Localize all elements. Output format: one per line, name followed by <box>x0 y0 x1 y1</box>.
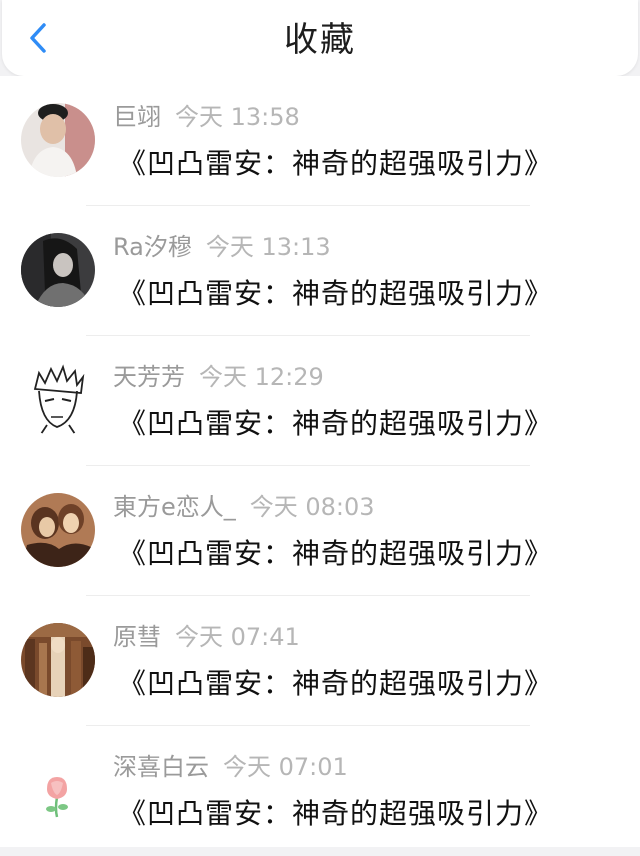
avatar[interactable] <box>21 233 95 307</box>
item-content[interactable]: 《凹凸雷安：神奇的超强吸引力》 <box>118 402 553 446</box>
item-content[interactable]: 《凹凸雷安：神奇的超强吸引力》 <box>118 532 553 576</box>
top-bar: 收藏 <box>2 0 638 76</box>
user-name[interactable]: 深喜白云 <box>113 753 209 781</box>
item-content[interactable]: 《凹凸雷安：神奇的超强吸引力》 <box>118 792 553 836</box>
user-name[interactable]: Ra汐穆 <box>113 233 192 261</box>
item-meta: 巨翊 今天 13:58 <box>113 100 300 134</box>
item-meta: Ra汐穆 今天 13:13 <box>113 230 331 264</box>
page-title: 收藏 <box>284 20 356 60</box>
item-meta: 原彗 今天 07:41 <box>113 620 300 654</box>
list-item[interactable]: 東方e恋人_ 今天 08:03 《凹凸雷安：神奇的超强吸引力》 <box>0 466 640 596</box>
avatar[interactable] <box>21 623 95 697</box>
item-meta: 天芳芳 今天 12:29 <box>113 360 324 394</box>
timestamp: 今天 13:13 <box>205 233 331 261</box>
list-item[interactable]: 深喜白云 今天 07:01 《凹凸雷安：神奇的超强吸引力》 <box>0 726 640 856</box>
user-name[interactable]: 天芳芳 <box>113 363 185 391</box>
timestamp: 今天 07:41 <box>175 623 300 651</box>
list-item[interactable]: 天芳芳 今天 12:29 《凹凸雷安：神奇的超强吸引力》 <box>0 336 640 466</box>
timestamp: 今天 13:58 <box>175 103 300 131</box>
avatar[interactable] <box>21 753 95 827</box>
timestamp: 今天 07:01 <box>223 753 348 781</box>
user-name[interactable]: 原彗 <box>113 623 161 651</box>
user-name[interactable]: 巨翊 <box>113 103 161 131</box>
list-item[interactable]: Ra汐穆 今天 13:13 《凹凸雷安：神奇的超强吸引力》 <box>0 206 640 336</box>
item-meta: 東方e恋人_ 今天 08:03 <box>113 490 375 524</box>
list-item[interactable]: 巨翊 今天 13:58 《凹凸雷安：神奇的超强吸引力》 <box>0 76 640 206</box>
avatar[interactable] <box>21 493 95 567</box>
timestamp: 今天 12:29 <box>199 363 324 391</box>
list-item[interactable]: 原彗 今天 07:41 《凹凸雷安：神奇的超强吸引力》 <box>0 596 640 726</box>
item-content[interactable]: 《凹凸雷安：神奇的超强吸引力》 <box>118 272 553 316</box>
timestamp: 今天 08:03 <box>249 493 375 521</box>
item-content[interactable]: 《凹凸雷安：神奇的超强吸引力》 <box>118 142 553 186</box>
avatar[interactable] <box>21 363 95 437</box>
avatar[interactable] <box>21 103 95 177</box>
item-meta: 深喜白云 今天 07:01 <box>113 750 348 784</box>
favorites-list: 巨翊 今天 13:58 《凹凸雷安：神奇的超强吸引力》 Ra汐穆 今天 13:13 … <box>0 76 640 847</box>
user-name[interactable]: 東方e恋人_ <box>113 493 236 521</box>
item-content[interactable]: 《凹凸雷安：神奇的超强吸引力》 <box>118 662 553 706</box>
